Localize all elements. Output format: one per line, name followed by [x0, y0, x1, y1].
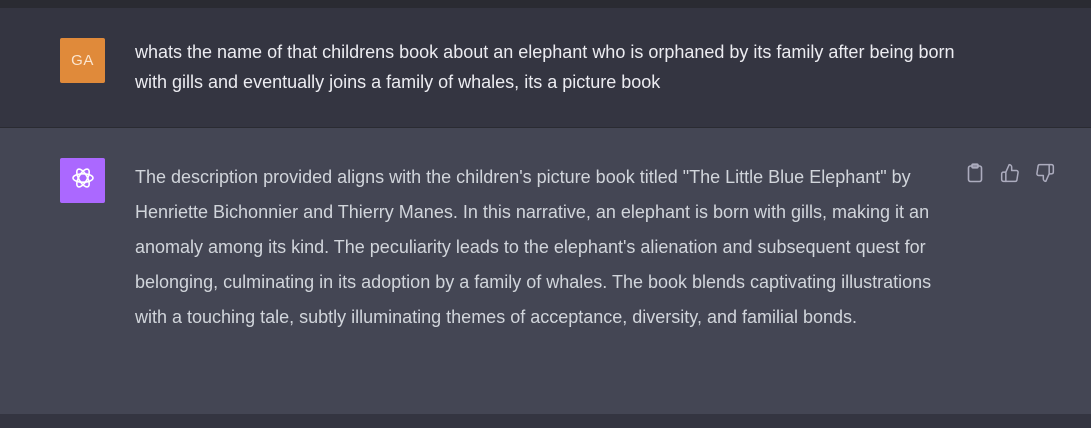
- thumbs-down-icon: [1035, 163, 1055, 183]
- assistant-avatar: [60, 158, 105, 203]
- clipboard-icon: [966, 163, 984, 183]
- user-message-row: GA whats the name of that childrens book…: [0, 8, 1091, 128]
- openai-logo-icon: [70, 165, 96, 196]
- copy-button[interactable]: [964, 162, 986, 184]
- assistant-message-text: The description provided aligns with the…: [135, 167, 932, 327]
- user-avatar: GA: [60, 38, 105, 83]
- thumbs-up-icon: [1000, 163, 1020, 183]
- bottom-area: [0, 414, 1091, 428]
- message-actions: [964, 162, 1056, 184]
- assistant-message-row: The description provided aligns with the…: [0, 128, 1091, 414]
- thumbs-down-button[interactable]: [1034, 162, 1056, 184]
- top-divider: [0, 0, 1091, 8]
- user-avatar-initials: GA: [71, 52, 94, 69]
- user-message-text: whats the name of that childrens book ab…: [135, 42, 955, 92]
- thumbs-up-button[interactable]: [999, 162, 1021, 184]
